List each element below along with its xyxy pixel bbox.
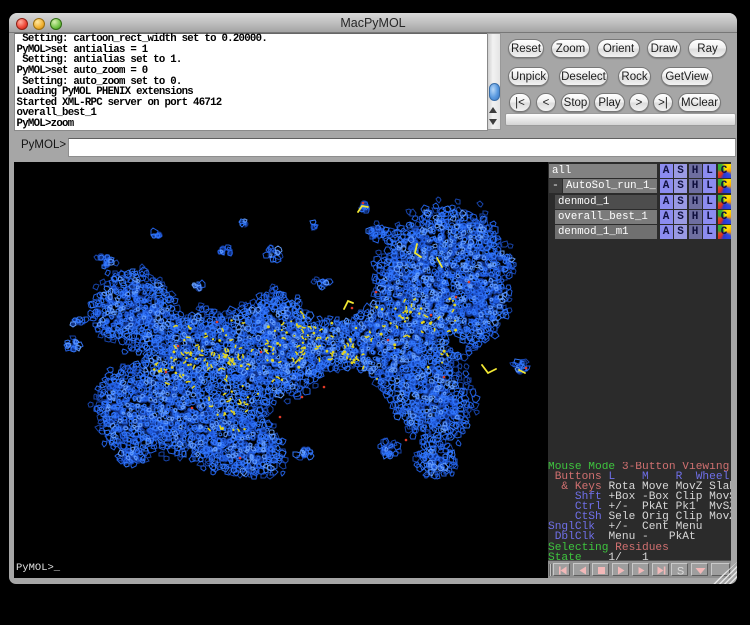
svg-text:S: S bbox=[677, 566, 684, 578]
